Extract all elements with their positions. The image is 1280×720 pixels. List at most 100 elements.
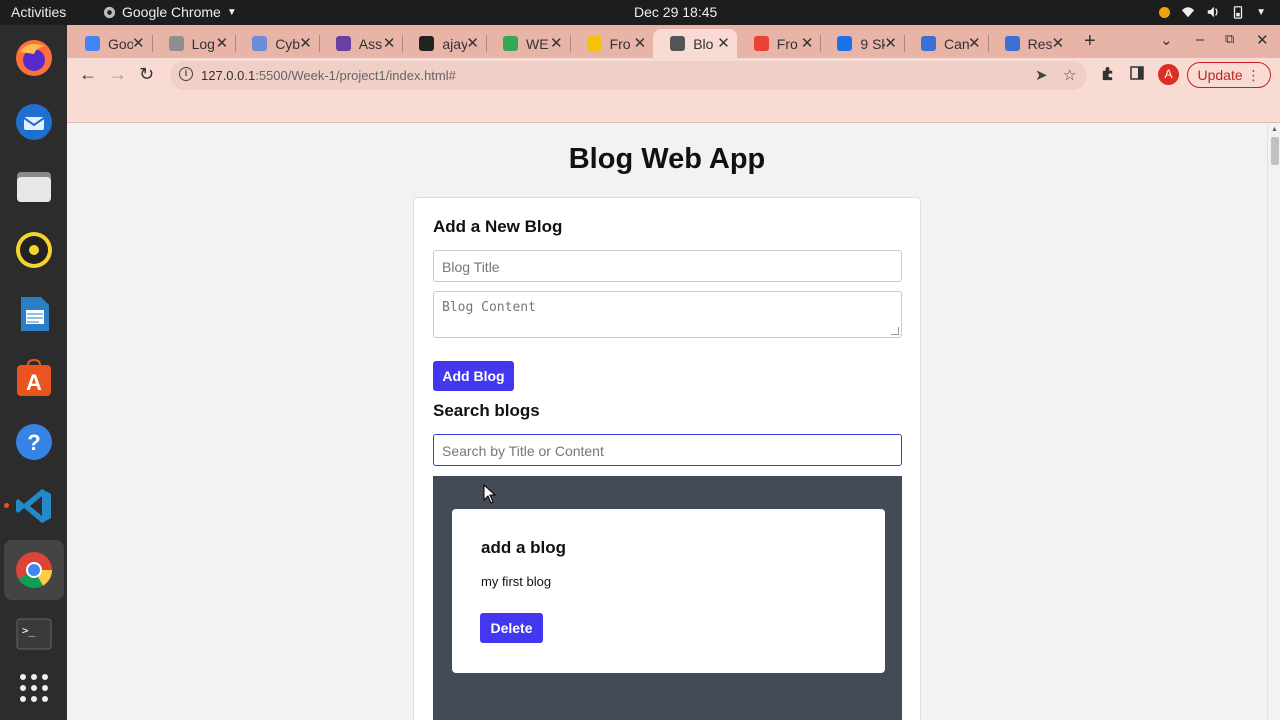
app-grid-icon[interactable] [12, 666, 55, 709]
browser-tab[interactable]: Blo ✕ [653, 29, 737, 58]
tab-title: Fro [609, 35, 631, 52]
tab-separator [904, 35, 905, 52]
reload-icon[interactable]: ↻ [139, 64, 154, 85]
tab-favicon-icon [753, 36, 769, 51]
close-window-icon[interactable]: ✕ [1256, 31, 1269, 49]
chrome-small-icon [103, 6, 116, 18]
tab-separator [402, 35, 404, 52]
svg-text:?: ? [27, 430, 40, 455]
tab-close-icon[interactable]: ✕ [634, 34, 647, 52]
tab-title: Can [944, 35, 969, 52]
tab-title: Ass [358, 35, 383, 52]
app-menu[interactable]: Google Chrome ▼ [103, 4, 237, 20]
clock[interactable]: Dec 29 18:45 [634, 4, 717, 20]
resize-grip-icon[interactable] [891, 327, 899, 335]
svg-text:>_: >_ [22, 624, 36, 637]
tab-close-icon[interactable]: ✕ [550, 34, 563, 52]
bookmark-star-icon[interactable]: ☆ [1063, 66, 1076, 84]
libreoffice-writer-icon[interactable] [12, 292, 55, 335]
scroll-up-icon[interactable]: ▲ [1271, 126, 1278, 133]
tab-title: Cyb [275, 35, 301, 52]
tab-favicon-icon [670, 36, 686, 51]
firefox-icon[interactable] [12, 36, 55, 79]
send-icon[interactable]: ➤ [1035, 66, 1048, 84]
svg-text:A: A [26, 370, 42, 395]
url-text: 127.0.0.1:5500/Week-1/project1/index.htm… [201, 68, 456, 83]
page-scrollbar[interactable]: ▲ [1267, 124, 1280, 720]
rhythmbox-icon[interactable] [12, 228, 55, 271]
vscode-icon[interactable] [12, 484, 55, 527]
tab-close-icon[interactable]: ✕ [717, 34, 730, 52]
bookmark-bar [67, 93, 1280, 123]
blog-title-input[interactable]: Blog Title [433, 250, 902, 282]
restore-icon[interactable]: ⧉ [1225, 31, 1234, 47]
add-blog-heading: Add a New Blog [433, 217, 563, 236]
chrome-icon[interactable] [4, 540, 64, 600]
search-heading: Search blogs [433, 401, 540, 420]
new-tab-button[interactable]: + [1084, 30, 1096, 53]
profile-avatar[interactable]: A [1158, 64, 1179, 85]
update-button[interactable]: Update ⋮ [1187, 62, 1271, 88]
page-title: Blog Web App [568, 143, 766, 175]
browser-tab[interactable]: Ass ✕ [319, 29, 403, 58]
blog-content-textarea[interactable]: Blog Content [433, 291, 902, 338]
scrollbar-thumb[interactable] [1271, 137, 1279, 165]
browser-tab[interactable]: 9 Sk ✕ [820, 29, 904, 58]
browser-tab[interactable]: ajay ✕ [402, 29, 486, 58]
site-info-icon[interactable]: i [179, 67, 193, 81]
tab-search-icon[interactable]: ⌄ [1160, 31, 1173, 49]
tab-title: Log [191, 35, 215, 52]
back-icon[interactable]: ← [79, 64, 97, 85]
search-input[interactable]: Search by Title or Content [433, 434, 902, 466]
side-panel-icon[interactable] [1130, 66, 1144, 84]
tab-favicon-icon [921, 36, 936, 51]
tab-title: Fro [776, 35, 798, 52]
tab-close-icon[interactable]: ✕ [383, 34, 396, 52]
browser-tab[interactable]: Can ✕ [904, 29, 988, 58]
address-bar[interactable]: i 127.0.0.1:5500/Week-1/project1/index.h… [170, 61, 1087, 90]
software-center-icon[interactable]: A [12, 356, 55, 399]
tab-separator [820, 35, 822, 52]
browser-tab[interactable]: Fro ✕ [570, 29, 654, 58]
tab-close-icon[interactable]: ✕ [1052, 34, 1065, 52]
tab-favicon-icon [85, 36, 100, 51]
tab-close-icon[interactable]: ✕ [466, 34, 479, 52]
activities-button[interactable]: Activities [11, 4, 66, 20]
files-icon[interactable] [12, 164, 55, 207]
browser-tab[interactable]: Cyb ✕ [235, 29, 319, 58]
extensions-icon[interactable] [1100, 66, 1115, 85]
minimize-icon[interactable]: – [1196, 31, 1204, 48]
browser-tab[interactable]: WE ✕ [486, 29, 570, 58]
battery-icon [1233, 6, 1243, 19]
tab-title: Blo [693, 35, 714, 52]
tab-favicon-icon [503, 36, 518, 51]
browser-toolbar: ← → ↻ i 127.0.0.1:5500/Week-1/project1/i… [67, 58, 1280, 93]
delete-button[interactable]: Delete [480, 613, 543, 643]
tab-close-icon[interactable]: ✕ [216, 34, 229, 52]
tab-favicon-icon [252, 36, 268, 51]
tab-close-icon[interactable]: ✕ [299, 34, 312, 52]
blog-post-card: add a blog my first blog Delete [452, 509, 885, 673]
tab-close-icon[interactable]: ✕ [132, 34, 145, 52]
tab-close-icon[interactable]: ✕ [801, 34, 814, 52]
system-top-bar: Activities Google Chrome ▼ Dec 29 18:45 … [0, 0, 1280, 25]
tab-favicon-icon [837, 36, 853, 51]
tab-title: Res [1027, 35, 1053, 52]
tab-title: WE [526, 35, 549, 52]
dock: A ? >_ [0, 25, 67, 720]
browser-window: + ⌄ – ⧉ ✕ Goo ✕ Log ✕ Cyb ✕ Ass ✕ ajay ✕ WE ✕ Fro ✕ Bl… [67, 25, 1280, 720]
browser-tab[interactable]: Goo ✕ [68, 29, 152, 58]
tab-title: Goo [108, 35, 133, 52]
system-tray[interactable]: ▼ [1159, 5, 1266, 19]
forward-icon[interactable]: → [109, 64, 127, 85]
thunderbird-icon[interactable] [12, 100, 55, 143]
browser-tab[interactable]: Log ✕ [152, 29, 236, 58]
add-blog-button[interactable]: Add Blog [433, 361, 514, 391]
mouse-cursor-icon [483, 484, 497, 504]
help-icon[interactable]: ? [12, 420, 55, 463]
tab-close-icon[interactable]: ✕ [968, 34, 981, 52]
browser-tab[interactable]: Fro ✕ [737, 29, 821, 58]
browser-tab[interactable]: Res ✕ [988, 29, 1072, 58]
terminal-icon[interactable]: >_ [12, 612, 55, 655]
tab-close-icon[interactable]: ✕ [884, 34, 897, 52]
